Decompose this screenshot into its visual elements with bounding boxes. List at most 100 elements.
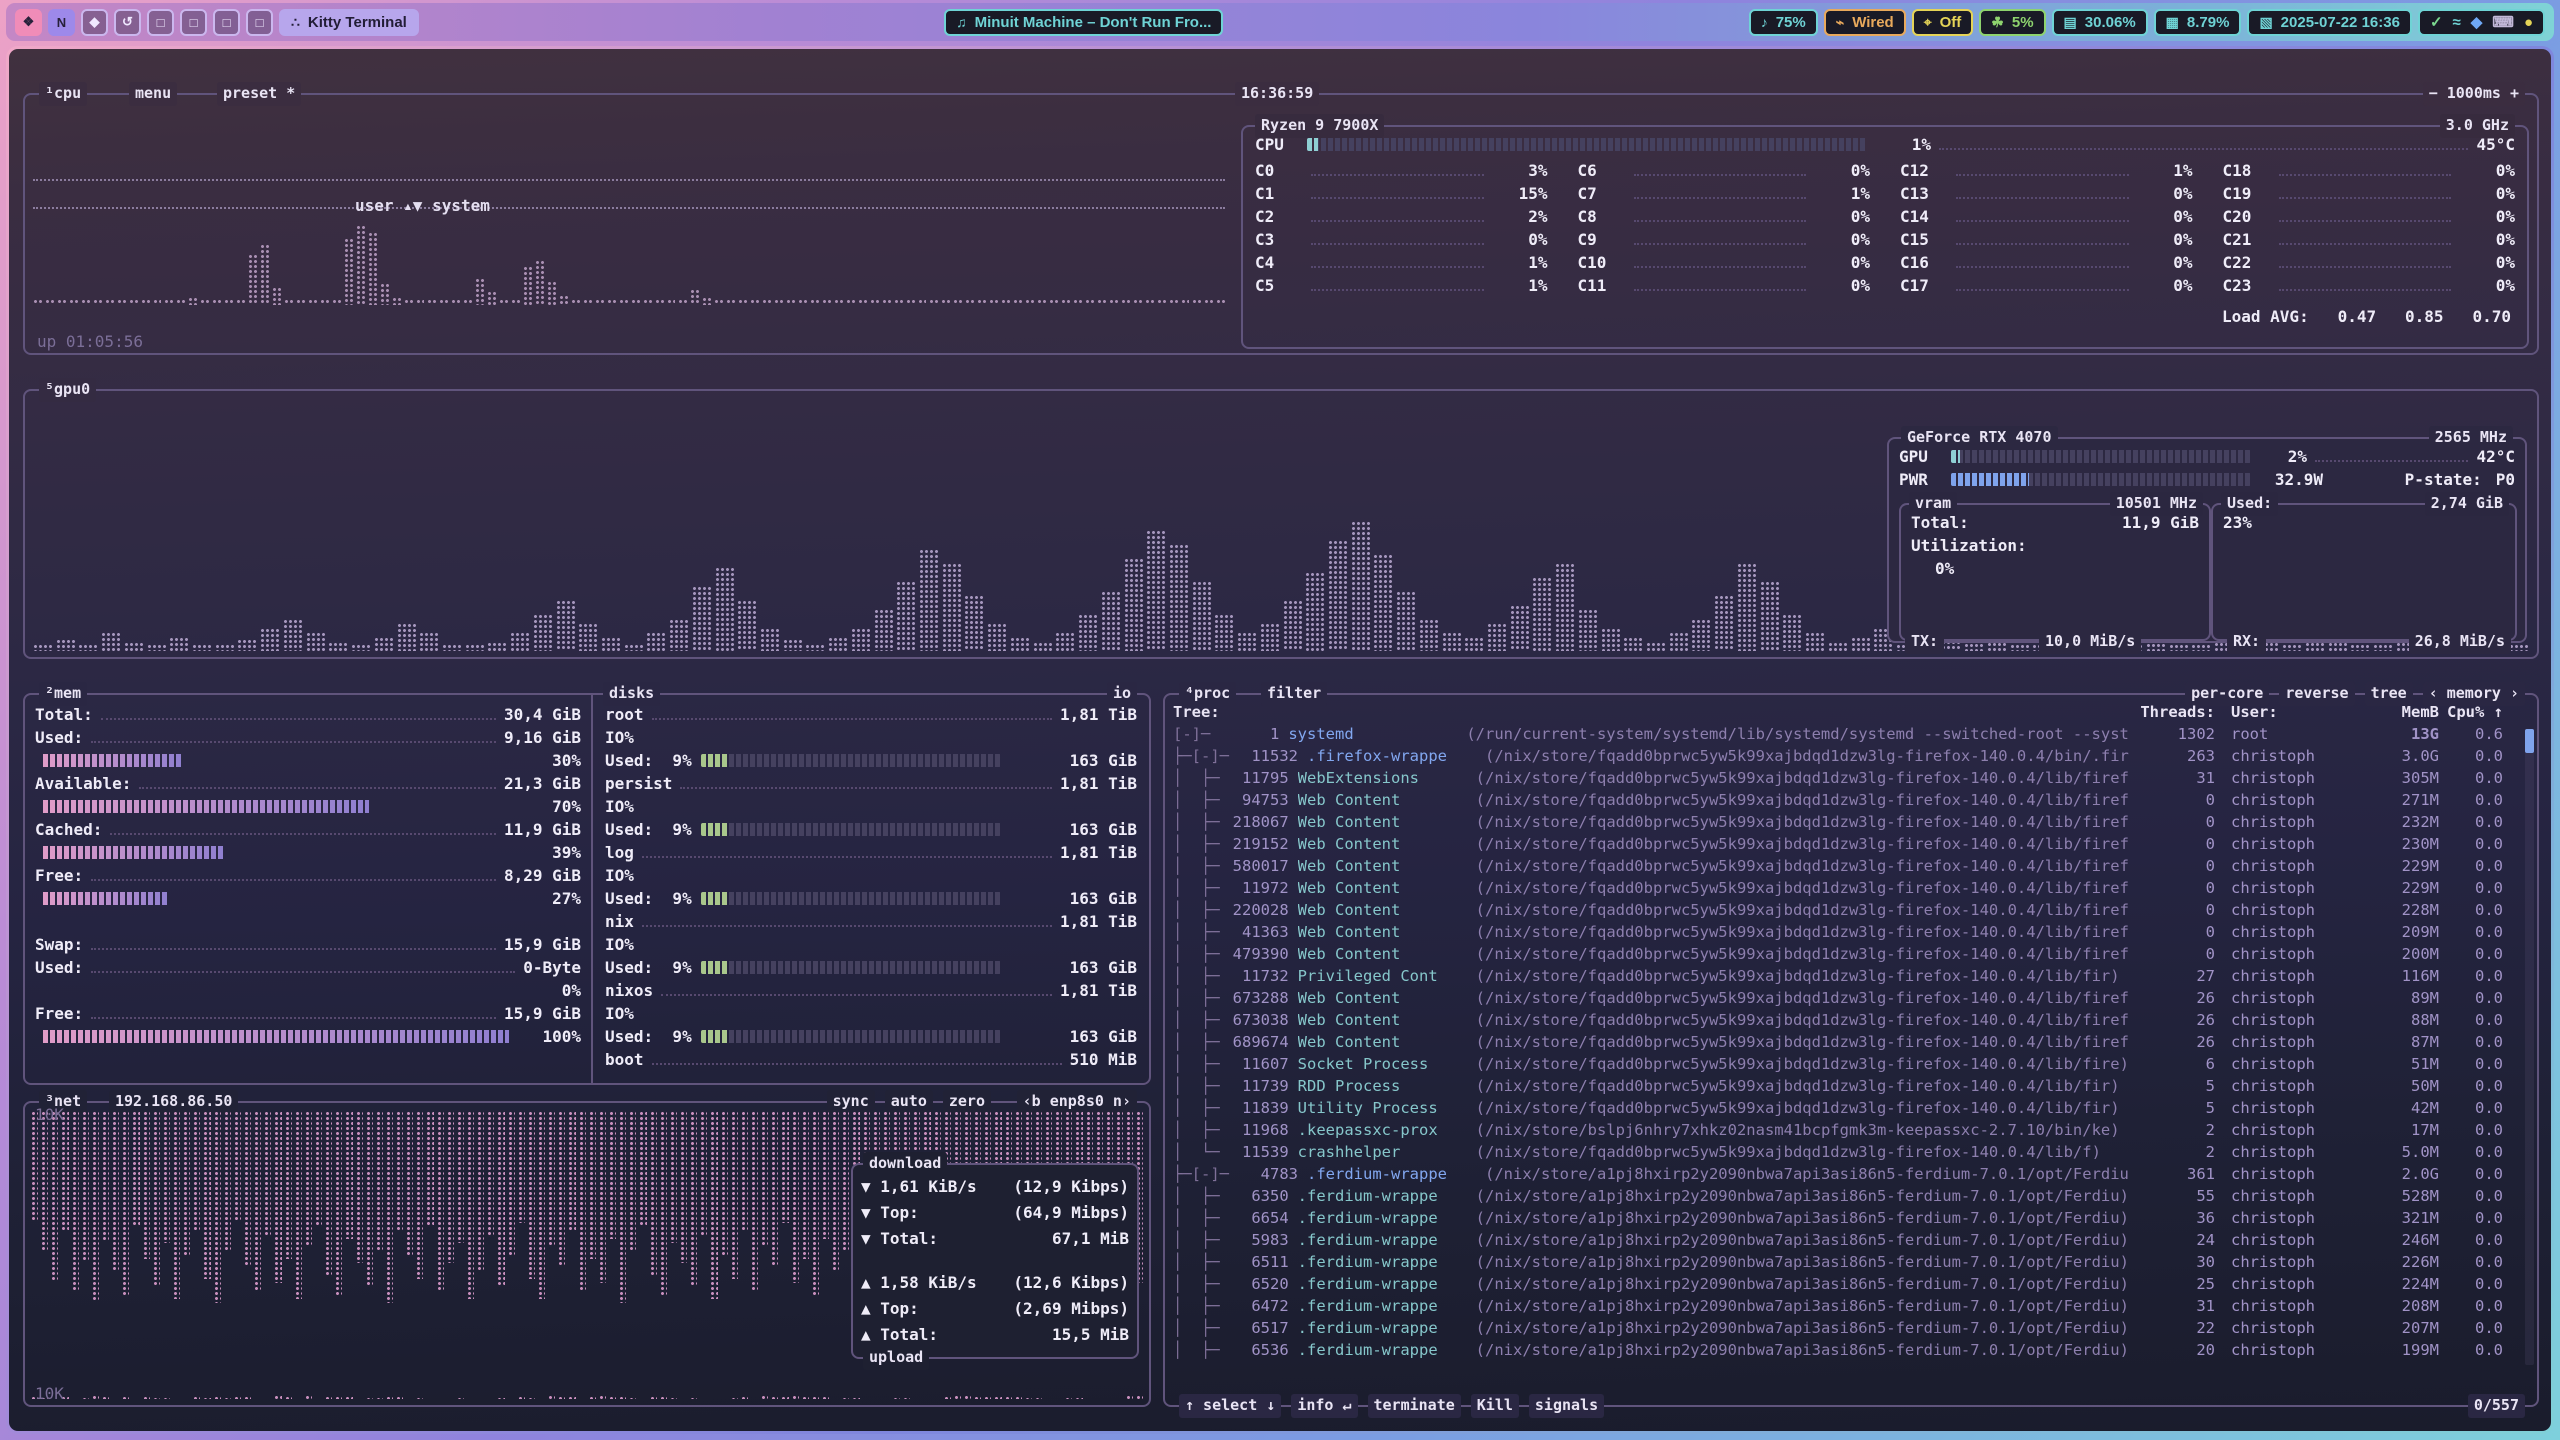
proc-row[interactable]: │ ├─6536.ferdium-wrappe(/nix/store/a1pj8… bbox=[1173, 1339, 2517, 1361]
graph-column bbox=[942, 563, 962, 651]
proc-row[interactable]: │ ├─11607Socket Process(/nix/store/fqadd… bbox=[1173, 1053, 2517, 1075]
graph-column bbox=[538, 1398, 545, 1399]
proc-row[interactable]: │ ├─219152Web Content(/nix/store/fqadd0b… bbox=[1173, 833, 2517, 855]
status-chip-8-79-[interactable]: ▦8.79% bbox=[2154, 9, 2242, 36]
proc-row[interactable]: │ ├─11739RDD Process(/nix/store/fqadd0bp… bbox=[1173, 1075, 2517, 1097]
proc-row[interactable]: │ ├─6517.ferdium-wrappe(/nix/store/a1pj8… bbox=[1173, 1317, 2517, 1339]
leader-dots bbox=[652, 710, 1052, 720]
graph-column bbox=[72, 1398, 79, 1399]
graph-column bbox=[92, 1395, 99, 1399]
proc-row[interactable]: │ ├─6511.ferdium-wrappe(/nix/store/a1pj8… bbox=[1173, 1251, 2517, 1273]
graph-column bbox=[941, 299, 950, 305]
graph-column bbox=[802, 1111, 809, 1259]
proc-row[interactable]: ├─[-]─4783.ferdium-wrappe(/nix/store/a1p… bbox=[1173, 1163, 2517, 1185]
graph-column bbox=[571, 299, 580, 305]
tray-icon-4[interactable]: ⌨ bbox=[2492, 13, 2514, 31]
proc-row[interactable]: │ ├─673288Web Content(/nix/store/fqadd0b… bbox=[1173, 987, 2517, 1009]
proc-row[interactable]: │ ├─5983.ferdium-wrappe(/nix/store/a1pj8… bbox=[1173, 1229, 2517, 1251]
tray-icon-5[interactable]: ● bbox=[2524, 14, 2533, 31]
menu-button[interactable]: menu bbox=[129, 82, 177, 106]
core-percent: 1% bbox=[1492, 276, 1548, 295]
graph-column bbox=[1373, 554, 1393, 651]
core-column: C60%C71%C80%C90%C100%C110% bbox=[1578, 159, 1871, 297]
network-panel: ³net 192.168.86.50 syncautozero ‹b enp8s… bbox=[23, 1101, 1151, 1407]
status-chip-30-06-[interactable]: ▤30.06% bbox=[2052, 9, 2148, 36]
proc-row[interactable]: │ ├─11968.keepassxc-prox(/nix/store/bslp… bbox=[1173, 1119, 2517, 1141]
graph-column bbox=[374, 637, 394, 651]
graph-column bbox=[419, 632, 439, 651]
proc-action-terminate[interactable]: terminate bbox=[1368, 1394, 1461, 1418]
proc-row[interactable]: │ ├─11732Privileged Cont(/nix/store/fqad… bbox=[1173, 965, 2517, 987]
proc-scrollbar-thumb[interactable] bbox=[2525, 729, 2534, 753]
proc-row[interactable]: │ ├─673038Web Content(/nix/store/fqadd0b… bbox=[1173, 1009, 2517, 1031]
workspace-chip-8[interactable]: □ bbox=[246, 9, 273, 36]
graph-column bbox=[650, 1396, 657, 1399]
leader-dots bbox=[1634, 166, 1807, 176]
tray-chip[interactable]: ✓ ≈ ◆ ⌨ ● bbox=[2418, 9, 2545, 36]
proc-action-signals[interactable]: signals bbox=[1529, 1394, 1604, 1418]
workspace-chip-5[interactable]: □ bbox=[147, 9, 174, 36]
workspace-chip-1[interactable]: ❖ bbox=[15, 9, 42, 36]
proc-row[interactable]: │ ├─689674Web Content(/nix/store/fqadd0b… bbox=[1173, 1031, 2517, 1053]
tray-icon-1[interactable]: ✓ bbox=[2430, 13, 2443, 31]
workspace-chip-4[interactable]: ↺ bbox=[114, 9, 141, 36]
proc-row[interactable]: │ ├─6520.ferdium-wrappe(/nix/store/a1pj8… bbox=[1173, 1273, 2517, 1295]
proc-row[interactable]: │ ├─6350.ferdium-wrappe(/nix/store/a1pj8… bbox=[1173, 1185, 2517, 1207]
proc-action--select-[interactable]: ↑ select ↓ bbox=[1179, 1394, 1281, 1418]
media-player-chip[interactable]: ♫ Minuit Machine – Don't Run Fro... bbox=[944, 9, 1223, 36]
proc-row[interactable]: │ ├─11839Utility Process(/nix/store/fqad… bbox=[1173, 1097, 2517, 1119]
proc-row[interactable]: │ ├─6472.ferdium-wrappe(/nix/store/a1pj8… bbox=[1173, 1295, 2517, 1317]
gpu-panel-title[interactable]: ⁵gpu0 bbox=[39, 378, 96, 402]
proc-row[interactable]: │ └─11539crashhelper(/nix/store/fqadd0bp… bbox=[1173, 1141, 2517, 1163]
graph-column bbox=[760, 628, 780, 651]
mem-row: 0% bbox=[35, 979, 581, 1002]
graph-column bbox=[173, 1398, 180, 1399]
proc-row[interactable]: │ ├─218067Web Content(/nix/store/fqadd0b… bbox=[1173, 811, 2517, 833]
gpu-frequency-label: 2565 MHz bbox=[2429, 426, 2513, 450]
workspace-chip-7[interactable]: □ bbox=[213, 9, 240, 36]
proc-action-kill[interactable]: Kill bbox=[1471, 1394, 1519, 1418]
graph-column bbox=[437, 1111, 444, 1291]
tray-icon-2[interactable]: ≈ bbox=[2453, 14, 2461, 31]
proc-row[interactable]: │ ├─41363Web Content(/nix/store/fqadd0bp… bbox=[1173, 921, 2517, 943]
mem-value: 8,29 GiB bbox=[504, 866, 581, 885]
workspace-chip-2[interactable]: N bbox=[48, 9, 75, 36]
workspace-chip-6[interactable]: □ bbox=[180, 9, 207, 36]
status-chip-wired[interactable]: ⌁Wired bbox=[1824, 9, 1906, 36]
disk-used-meter bbox=[701, 1030, 1001, 1043]
disk-io-row: IO% bbox=[605, 726, 1137, 749]
cpu-panel-title[interactable]: ¹cpu bbox=[39, 82, 87, 106]
proc-row[interactable]: │ ├─220028Web Content(/nix/store/fqadd0b… bbox=[1173, 899, 2517, 921]
vram-utilization-row: Utilization: bbox=[1901, 534, 2209, 557]
proc-row[interactable]: │ ├─11972Web Content(/nix/store/fqadd0bp… bbox=[1173, 877, 2517, 899]
status-chip-off[interactable]: ⌖Off bbox=[1912, 9, 1974, 36]
active-window-chip[interactable]: ∴ Kitty Terminal bbox=[279, 9, 419, 36]
proc-row[interactable]: ├─[-]─11532.firefox-wrappe(/nix/store/fq… bbox=[1173, 745, 2517, 767]
refresh-interval-control[interactable]: − 1000ms + bbox=[2423, 82, 2525, 106]
status-chip-75-[interactable]: ♪75% bbox=[1749, 9, 1818, 36]
core-label: C1 bbox=[1255, 184, 1303, 203]
proc-row[interactable]: │ ├─479390Web Content(/nix/store/fqadd0b… bbox=[1173, 943, 2517, 965]
graph-column bbox=[264, 1398, 271, 1399]
status-chip-5-[interactable]: ☘5% bbox=[1979, 9, 2045, 36]
tray-icon-3[interactable]: ◆ bbox=[2471, 13, 2483, 31]
proc-row[interactable]: [-]─1systemd(/run/current-system/systemd… bbox=[1173, 723, 2517, 745]
preset-button[interactable]: preset * bbox=[217, 82, 301, 106]
proc-scrollbar-track[interactable] bbox=[2525, 729, 2534, 1365]
proc-row[interactable]: │ ├─6654.ferdium-wrappe(/nix/store/a1pj8… bbox=[1173, 1207, 2517, 1229]
graph-column bbox=[1169, 544, 1189, 651]
status-chip-2025-07-22-16-36[interactable]: ▧2025-07-22 16:36 bbox=[2247, 9, 2412, 36]
proc-row[interactable]: │ ├─11795WebExtensions(/nix/store/fqadd0… bbox=[1173, 767, 2517, 789]
proc-row[interactable]: │ ├─580017Web Content(/nix/store/fqadd0b… bbox=[1173, 855, 2517, 877]
vram-used-box: Used: 2,74 GiB 23% bbox=[2211, 503, 2517, 641]
graph-column bbox=[1109, 299, 1118, 305]
graph-column bbox=[619, 299, 628, 305]
leader-dots bbox=[91, 940, 496, 950]
proc-action-info-[interactable]: info ↵ bbox=[1291, 1394, 1357, 1418]
graph-column bbox=[1181, 299, 1190, 305]
leader-dots bbox=[661, 986, 1052, 996]
graph-column bbox=[538, 1111, 545, 1299]
leader-dots bbox=[1956, 235, 2129, 245]
workspace-chip-3[interactable]: ◆ bbox=[81, 9, 108, 36]
proc-row[interactable]: │ ├─94753Web Content(/nix/store/fqadd0bp… bbox=[1173, 789, 2517, 811]
